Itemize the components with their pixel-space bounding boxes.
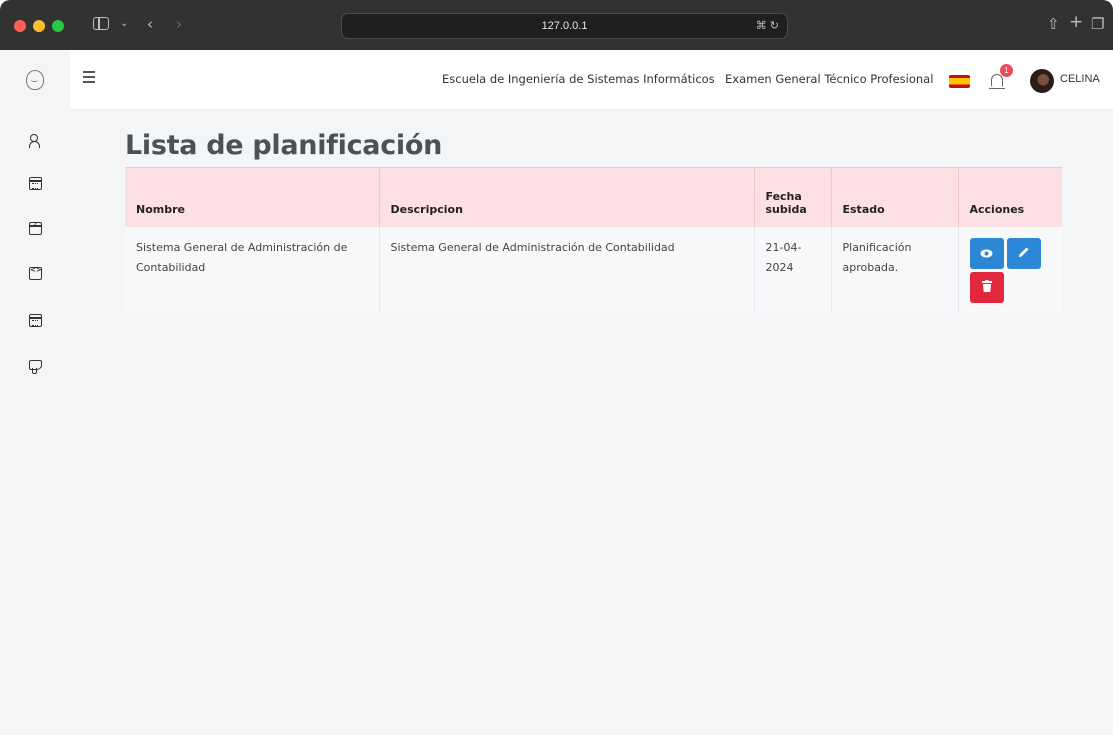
- users-icon[interactable]: [29, 134, 42, 148]
- exam-link[interactable]: Examen General Técnico Profesional: [725, 72, 933, 86]
- column-header-estado: Estado: [831, 167, 959, 227]
- menu-icon[interactable]: [83, 71, 95, 86]
- username[interactable]: CELINA: [1060, 73, 1100, 85]
- table-header-row: Nombre Descripcion Fecha subida Estado A…: [125, 167, 1062, 227]
- address-bar[interactable]: 127.0.0.1 ⌘ ↻: [341, 13, 788, 39]
- table-row: Sistema General de Administración de Con…: [125, 226, 1062, 313]
- pencil-icon: [1018, 246, 1030, 261]
- share-icon[interactable]: ⇧: [1047, 14, 1060, 34]
- planning-table: Nombre Descripcion Fecha subida Estado A…: [125, 167, 1062, 313]
- thumbs-down-icon[interactable]: [29, 360, 42, 374]
- browser-toolbar: ⌄ ‹ › 127.0.0.1 ⌘ ↻ ⇧ + ❐: [0, 0, 1113, 50]
- calendar-icon[interactable]: [29, 177, 42, 190]
- close-window-button[interactable]: [14, 20, 26, 32]
- column-header-fecha: Fecha subida: [754, 167, 832, 227]
- minimize-window-button[interactable]: [33, 20, 45, 32]
- edit-button[interactable]: [1006, 237, 1041, 269]
- main-content: Lista de planificación Nombre Descripcio…: [70, 110, 1113, 735]
- app-header: Escuela de Ingeniería de Sistemas Inform…: [0, 50, 1113, 110]
- tabs-icon[interactable]: ❐: [1091, 14, 1104, 34]
- calendar-icon[interactable]: [29, 314, 42, 327]
- view-button[interactable]: [969, 237, 1004, 269]
- cell-estado: Planificación aprobada.: [831, 226, 959, 313]
- translate-icon[interactable]: ⌘: [756, 20, 767, 32]
- logo[interactable]: [0, 50, 70, 110]
- maximize-window-button[interactable]: [52, 20, 64, 32]
- url-text: 127.0.0.1: [541, 20, 588, 32]
- back-icon[interactable]: ‹: [147, 14, 153, 34]
- bell-icon[interactable]: [989, 74, 1005, 90]
- language-flag-es[interactable]: [949, 75, 970, 88]
- check-calendar-icon[interactable]: [29, 221, 42, 235]
- forward-icon[interactable]: ›: [176, 14, 182, 34]
- column-header-nombre: Nombre: [125, 167, 380, 227]
- code-icon[interactable]: [29, 266, 42, 280]
- delete-button[interactable]: [969, 271, 1004, 303]
- sidebar-toggle-icon[interactable]: [93, 17, 109, 30]
- cell-acciones: [958, 226, 1062, 313]
- new-tab-icon[interactable]: +: [1069, 12, 1083, 32]
- cell-descripcion: Sistema General de Administración de Con…: [379, 226, 755, 313]
- page-title: Lista de planificación: [125, 130, 443, 161]
- eye-icon: [980, 246, 993, 261]
- chevron-down-icon[interactable]: ⌄: [120, 14, 128, 34]
- logo-icon: [26, 70, 44, 90]
- sidebar: [0, 110, 70, 735]
- column-header-descripcion: Descripcion: [379, 167, 755, 227]
- trash-icon: [981, 279, 992, 295]
- avatar[interactable]: [1030, 69, 1054, 93]
- cell-nombre: Sistema General de Administración de Con…: [125, 226, 380, 313]
- cell-fecha: 21-04-2024: [754, 226, 832, 313]
- notification-badge: 1: [1000, 64, 1013, 77]
- school-link[interactable]: Escuela de Ingeniería de Sistemas Inform…: [442, 72, 715, 86]
- column-header-acciones: Acciones: [958, 167, 1062, 227]
- row-actions: [969, 237, 1050, 303]
- reload-icon[interactable]: ↻: [770, 20, 779, 32]
